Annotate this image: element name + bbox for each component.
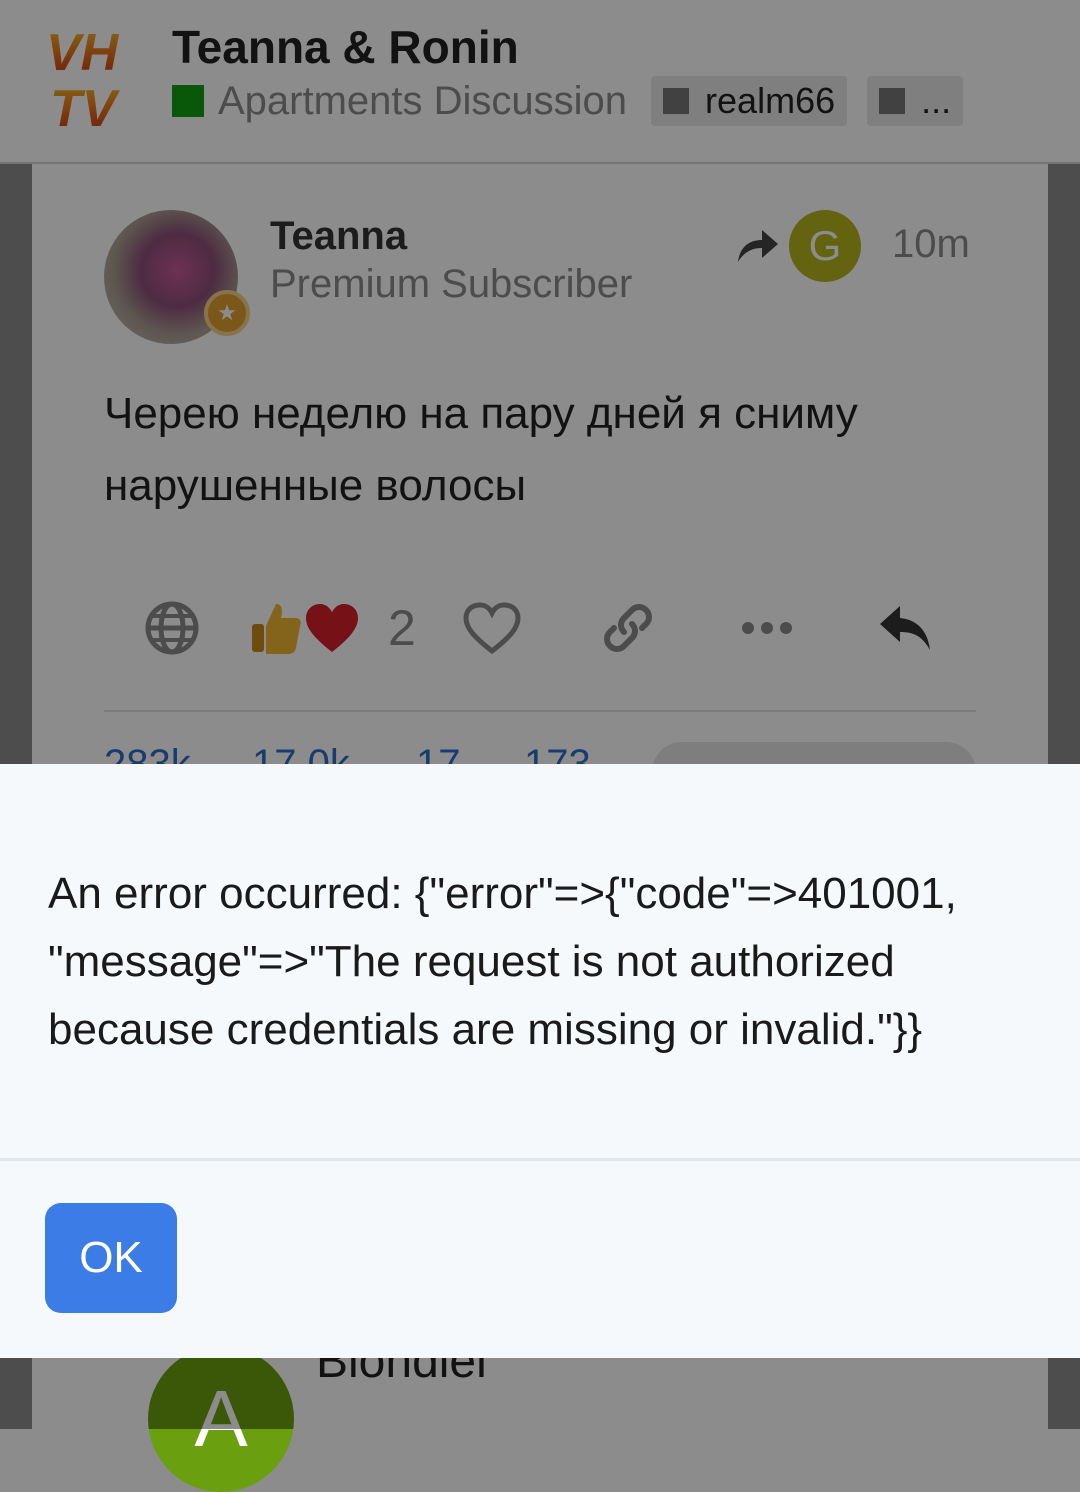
error-dialog: An error occurred: {"error"=>{"code"=>40… <box>0 764 1080 1358</box>
dialog-divider <box>0 1158 1080 1161</box>
ok-button[interactable]: OK <box>45 1203 177 1313</box>
error-message: An error occurred: {"error"=>{"code"=>40… <box>48 869 957 1054</box>
